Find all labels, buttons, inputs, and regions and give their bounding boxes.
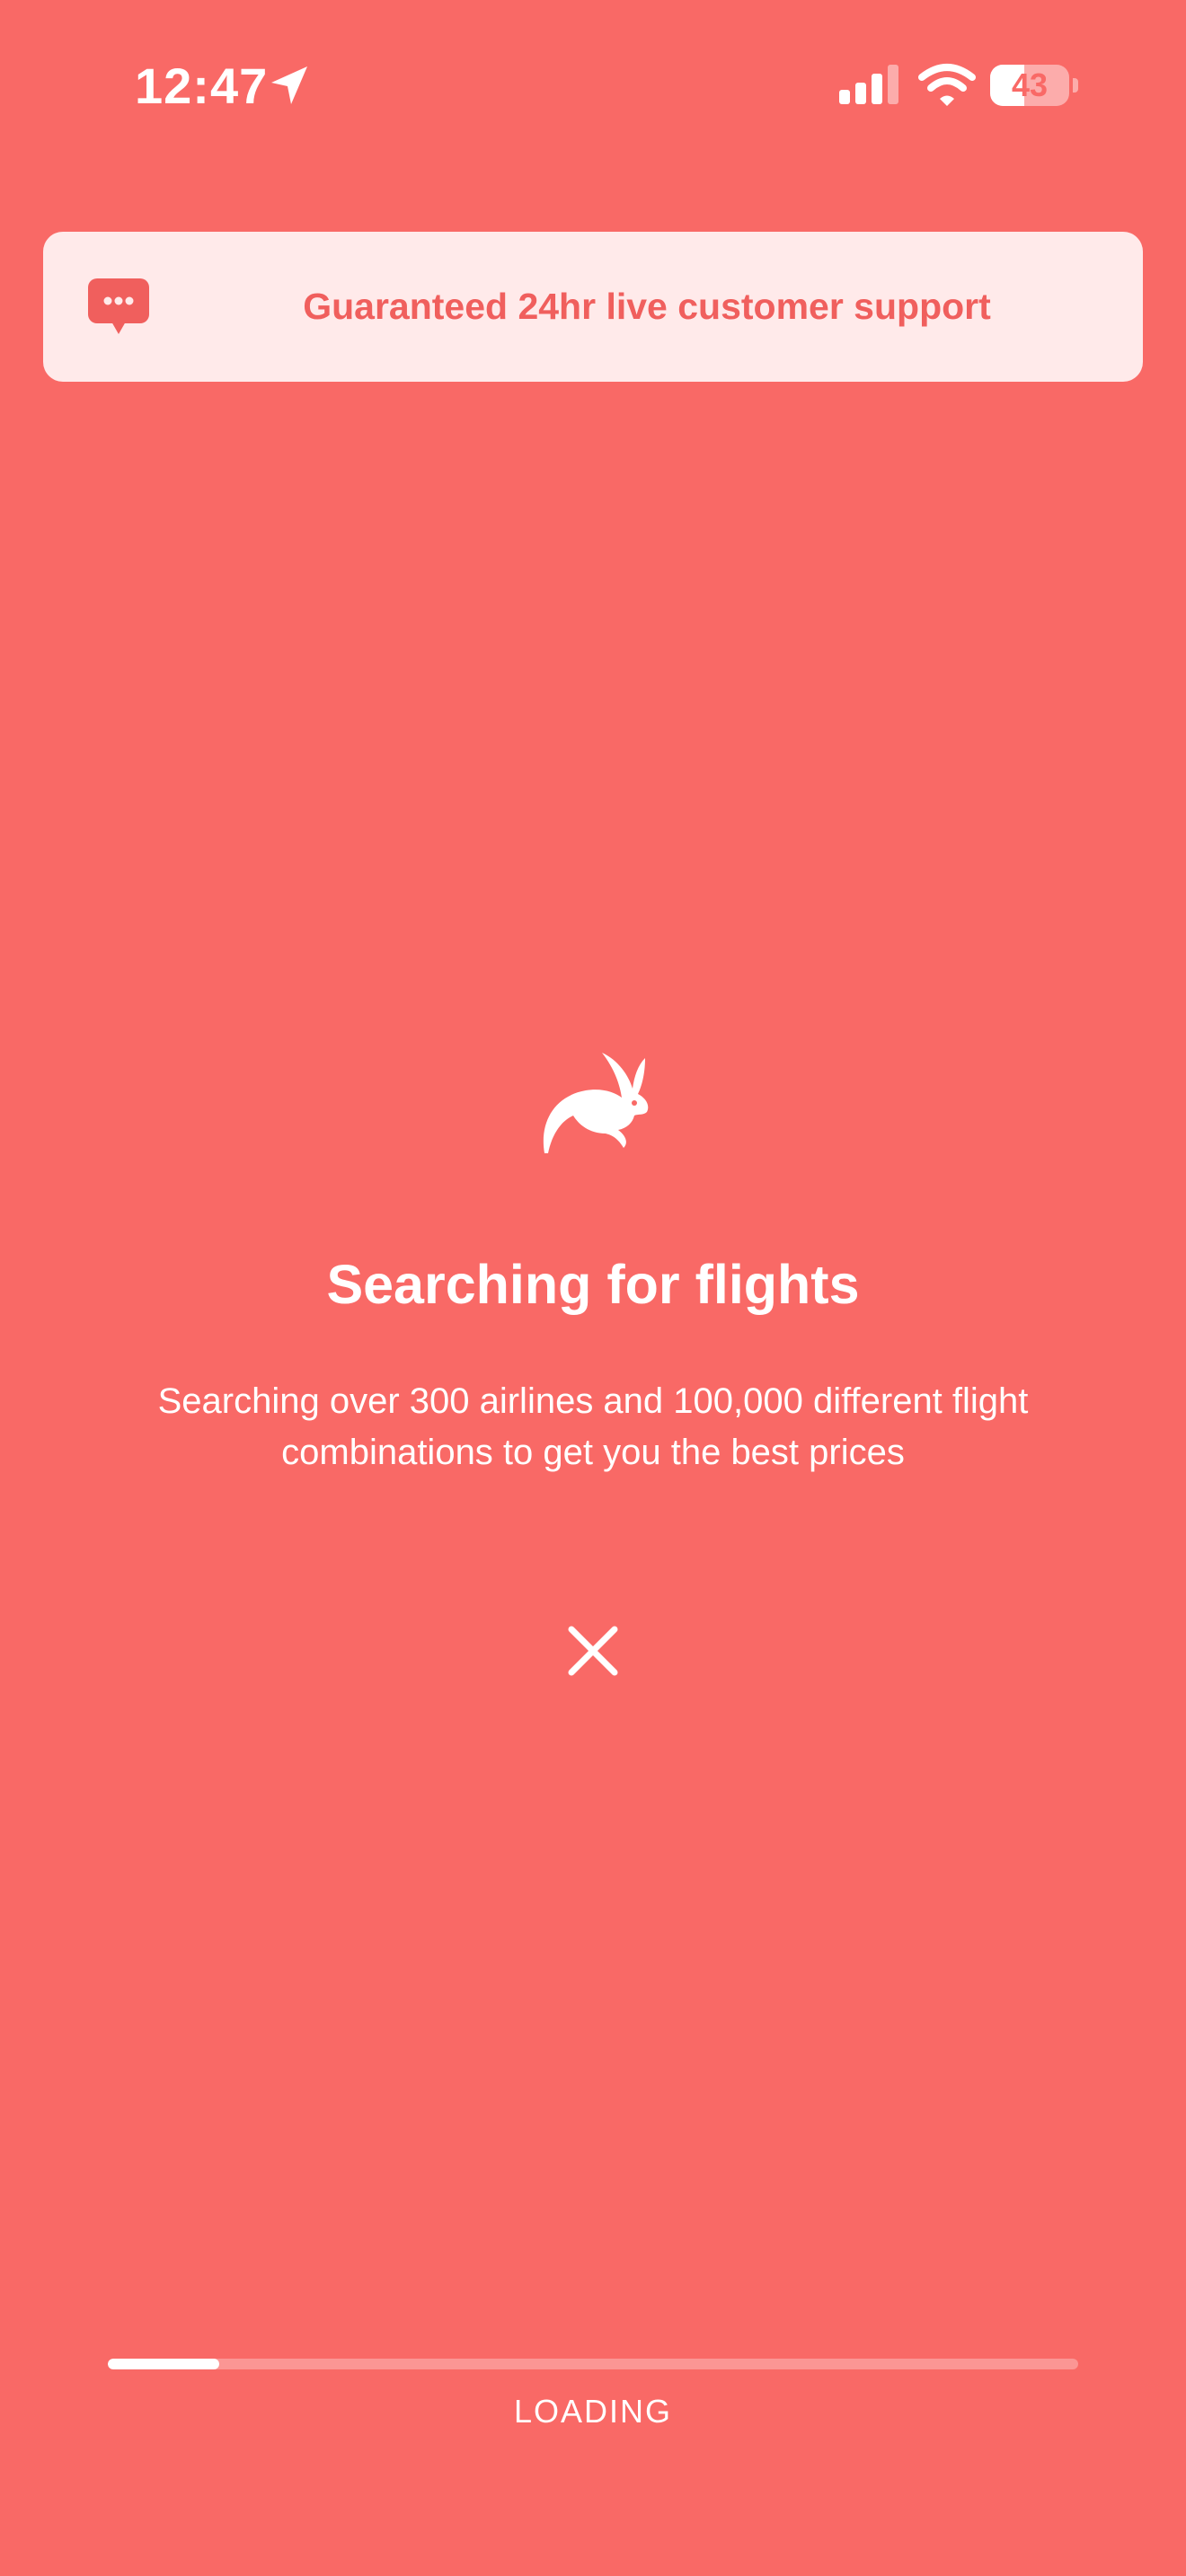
status-bar: 12:47 43 — [0, 0, 1186, 171]
close-icon — [568, 1626, 618, 1676]
cellular-signal-icon — [839, 65, 898, 104]
support-banner[interactable]: Guaranteed 24hr live customer support — [43, 232, 1143, 382]
rabbit-icon — [543, 1053, 649, 1153]
battery-body: 43 — [990, 65, 1069, 106]
chat-bubble-icon — [88, 278, 149, 334]
battery-level: 43 — [1011, 66, 1049, 103]
wifi-icon — [918, 64, 976, 106]
support-text: Guaranteed 24hr live customer support — [303, 286, 991, 327]
loading-label: LOADING — [513, 2393, 673, 2430]
battery-icon: 43 — [990, 65, 1078, 106]
battery-tip — [1073, 78, 1078, 93]
loading-progress-bar — [108, 2359, 1078, 2369]
location-arrow-icon — [271, 66, 307, 104]
loading-progress-fill — [108, 2359, 220, 2369]
search-description: Searching over 300 airlines and 100,000 … — [157, 1381, 1029, 1472]
close-button[interactable] — [548, 1606, 638, 1696]
status-time: 12:47 — [135, 57, 269, 114]
page-title: Searching for flights — [326, 1254, 860, 1315]
